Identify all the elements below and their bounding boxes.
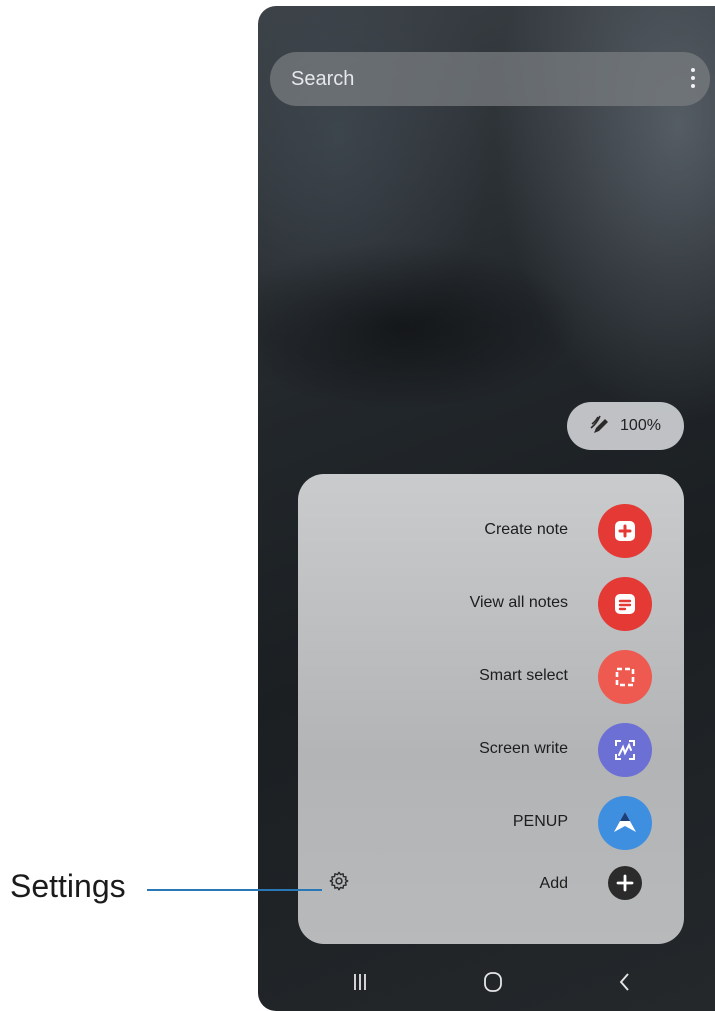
menu-item-screen-write[interactable]: Screen write (298, 723, 684, 777)
recent-apps-icon[interactable] (348, 968, 372, 996)
menu-item-add[interactable]: Add (298, 856, 684, 910)
menu-item-label: Screen write (479, 740, 568, 757)
menu-item-smart-select[interactable]: Smart select (298, 650, 684, 704)
menu-item-label: View all notes (469, 594, 568, 611)
navigation-bar (258, 956, 715, 1011)
pen-icon (590, 415, 609, 433)
back-icon[interactable] (614, 968, 634, 996)
menu-item-penup[interactable]: PENUP (298, 796, 684, 850)
add-label: Add (539, 875, 568, 892)
menu-item-label: Smart select (479, 667, 568, 684)
settings-callout-line (147, 889, 322, 891)
menu-item-label: Create note (484, 521, 568, 538)
search-placeholder: Search (291, 68, 355, 90)
menu-item-label: PENUP (512, 813, 568, 830)
menu-item-view-all-notes[interactable]: View all notes (298, 577, 684, 631)
smart-select-icon[interactable] (598, 650, 652, 704)
gear-icon[interactable] (328, 870, 350, 892)
pen-zoom-indicator[interactable]: 100% (567, 402, 684, 450)
menu-item-create-note[interactable]: Create note (298, 504, 684, 558)
add-icon[interactable] (608, 866, 642, 900)
home-icon[interactable] (480, 968, 506, 996)
phone-screen: Search 100% Create note View all notes S… (258, 6, 715, 1011)
air-command-panel: Create note View all notes Smart select … (298, 474, 684, 944)
penup-icon[interactable] (598, 796, 652, 850)
create-note-icon[interactable] (598, 504, 652, 558)
settings-callout-label: Settings (10, 868, 126, 904)
view-all-notes-icon[interactable] (598, 577, 652, 631)
zoom-value: 100% (620, 417, 661, 434)
search-bar[interactable]: Search (270, 52, 710, 106)
screen-write-icon[interactable] (598, 723, 652, 777)
more-options-icon[interactable] (690, 68, 696, 90)
